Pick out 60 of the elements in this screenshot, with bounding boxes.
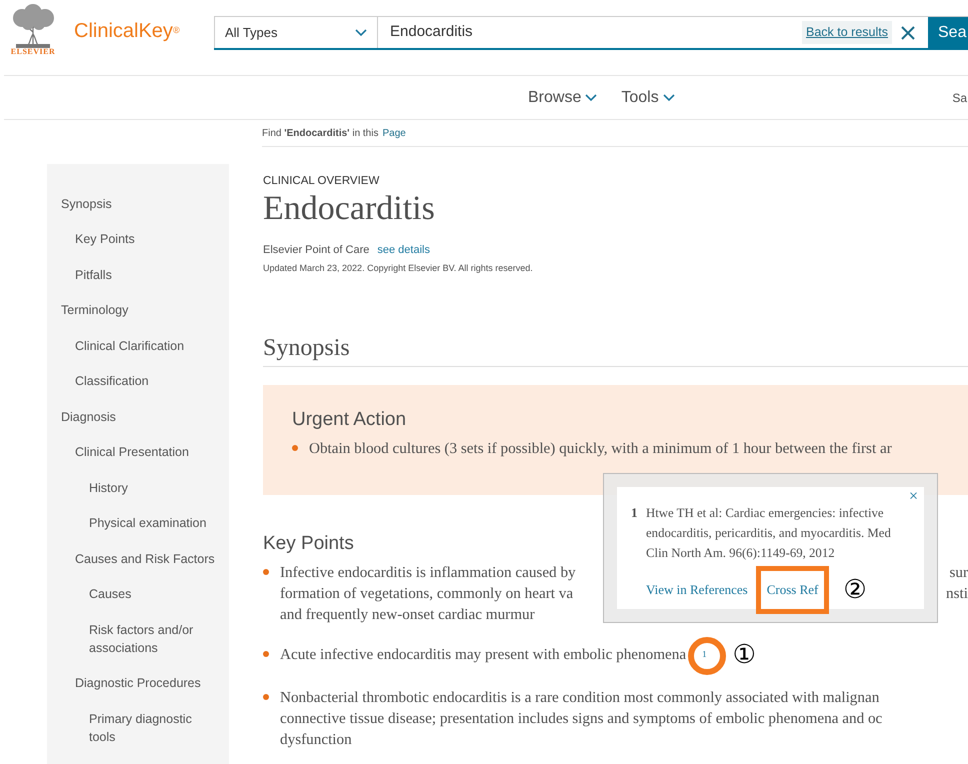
sidebar-item[interactable]: Diagnostic Procedures	[47, 666, 229, 701]
section-label: CLINICAL OVERVIEW	[263, 174, 380, 189]
panel-heading: Urgent Action	[292, 409, 406, 432]
bullet-icon	[292, 445, 298, 452]
chevron-down-icon	[585, 94, 598, 102]
search-type-dropdown[interactable]: All Types	[214, 17, 378, 48]
bullet-icon	[263, 651, 269, 658]
sidebar-item[interactable]: Key Points	[47, 222, 229, 257]
sidebar-item[interactable]: Classification	[47, 364, 229, 399]
bullet-icon	[263, 694, 269, 700]
bullet-text: Infective endocarditis is inflammation caused by	[280, 563, 576, 584]
back-to-results-link[interactable]: Back to results	[802, 21, 892, 44]
sidebar-item[interactable]: Primary diagnostic tools	[47, 701, 229, 754]
nav-menu-item[interactable]: Browse	[528, 86, 598, 110]
reference-link[interactable]: 1	[702, 649, 707, 660]
sidebar-item[interactable]: Clinical Presentation	[47, 434, 229, 470]
bullet-text: Nonbacterial thrombotic endocarditis is a rare condition most commonly associated with malignan	[280, 688, 880, 708]
sidebar-item[interactable]: Clinical Clarification	[47, 328, 229, 364]
nav-menu-item[interactable]: Tools	[621, 86, 675, 110]
nav-menu-item[interactable]: Sa	[952, 88, 967, 106]
annotation-number: ①	[732, 642, 756, 668]
reference-link[interactable]: Cross Ref	[766, 582, 818, 597]
sidebar-item[interactable]: Causes	[47, 576, 229, 612]
source-text: Elsevier Point of Care	[263, 242, 370, 258]
citation-text: Htwe TH et al: Cardiac emergencies: infective endocarditis, pericarditis, and myocarditis. Med Clin North Am. 96(6):1149-69, 2012	[646, 505, 892, 562]
bullet-text: connective tissue disease; presentation includes signs and symptoms of embolic phenomena and oc	[280, 709, 882, 730]
search-field[interactable]: Endocarditis Back to results	[378, 17, 928, 48]
sidebar-item[interactable]: Pitfalls	[47, 257, 229, 292]
section-heading: Key Points	[263, 533, 354, 556]
search-button[interactable]: Sea	[928, 17, 968, 48]
chevron-down-icon	[662, 94, 675, 102]
bullet-text: formation of vegetations, commonly on heart va	[280, 584, 574, 604]
reference-link[interactable]: View in References	[646, 580, 748, 600]
find-in-page-text: Find 'Endocarditis' in this	[262, 126, 378, 140]
sidebar-item[interactable]: Causes and Risk Factors	[47, 541, 229, 576]
sidebar-item[interactable]: Diagnosis	[47, 399, 229, 434]
sidebar-item[interactable]: Terminology	[47, 292, 229, 328]
bullet-text: dysfunction	[280, 730, 352, 750]
bullet-text: Obtain blood cultures (3 sets if possible) quickly, with a minimum of 1 hour between the first ar	[309, 439, 892, 460]
bullet-text: sur	[949, 563, 968, 584]
chevron-down-icon	[355, 28, 367, 36]
sidebar-item[interactable]: Synopsis	[47, 186, 229, 222]
publisher-name: ELSEVIER	[10, 48, 56, 56]
see-details-link[interactable]: see details	[377, 242, 430, 258]
bullet-text: nsti	[946, 584, 968, 604]
sidebar-item[interactable]: Physical examination	[47, 506, 229, 541]
highlight-circle	[688, 637, 726, 676]
updated-text: Updated March 23, 2022. Copyright Elsevier BV. All rights reserved.	[263, 262, 534, 276]
annotation-number: ②	[843, 577, 867, 603]
close-icon[interactable]	[900, 24, 916, 40]
sidebar-item[interactable]: History	[47, 470, 229, 506]
bullet-text: Acute infective endocarditis may present with embolic phenomena	[280, 645, 686, 666]
reference-number: 1	[631, 504, 638, 522]
article-title: Endocarditis	[263, 190, 436, 228]
bullet-icon	[263, 569, 269, 576]
sidebar-item[interactable]: Risk factors and/or associations	[47, 612, 229, 666]
bullet-text: and frequently new-onset cardiac murmur	[280, 605, 535, 626]
section-heading: Synopsis	[263, 334, 968, 368]
close-button[interactable]: ×	[908, 489, 918, 505]
page-link[interactable]: Page	[382, 126, 406, 140]
